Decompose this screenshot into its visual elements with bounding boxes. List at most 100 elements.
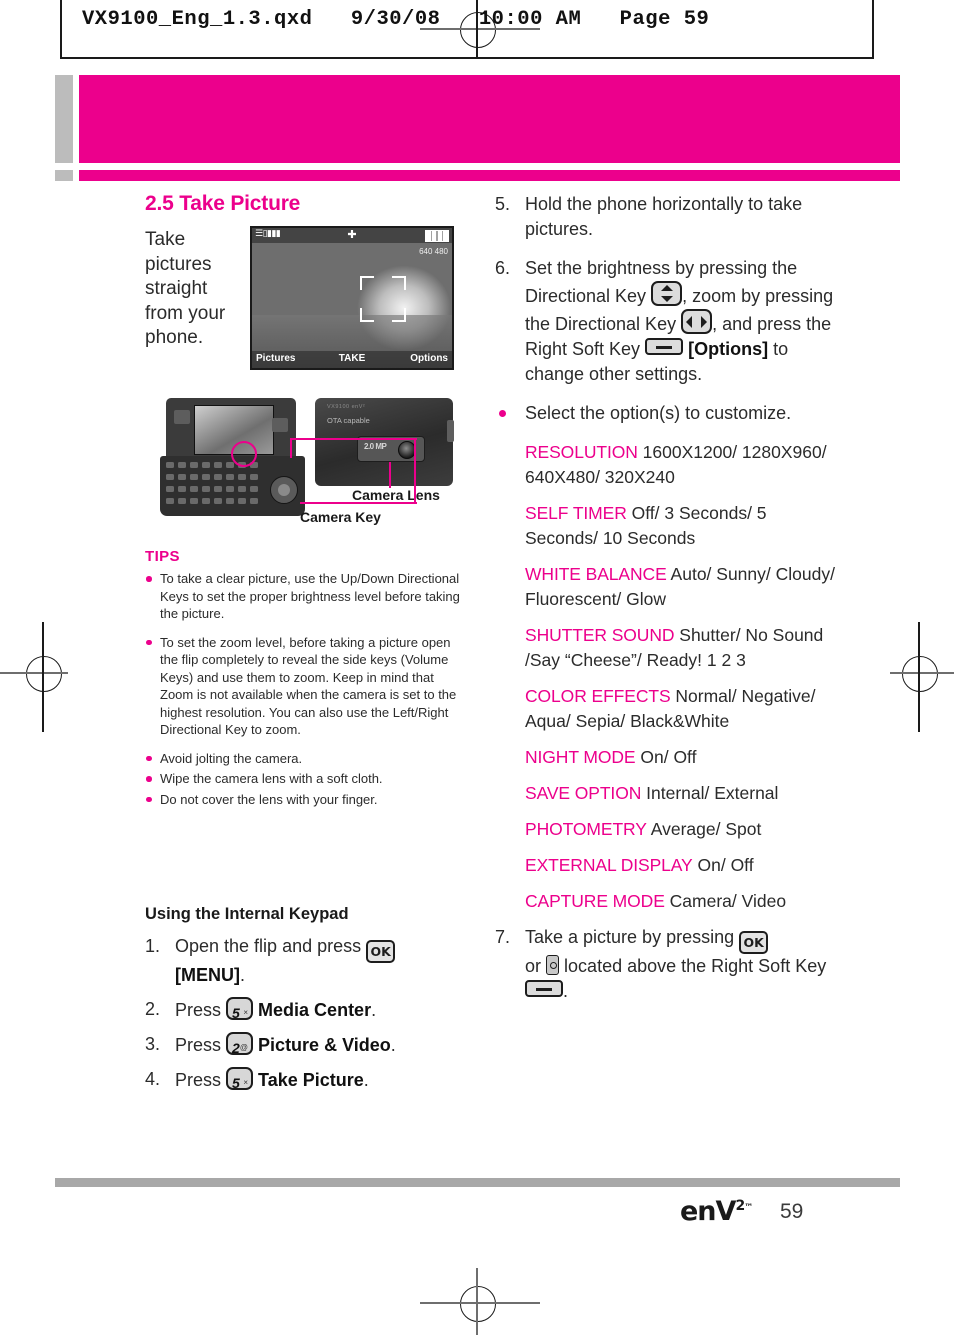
crosshair-icon: ✚ [347, 229, 357, 241]
option-row-capture-mode: CAPTURE MODE Camera/ Video [525, 889, 840, 914]
phone-back-photo: VX9100 enV² OTA capable 2.0 MP [315, 398, 454, 486]
step-bold-label: Take Picture [258, 1070, 364, 1090]
option-label: RESOLUTION [525, 442, 638, 462]
step-number: 2. [145, 999, 161, 1019]
page-number: 59 [780, 1200, 804, 1223]
camera-side-key-icon [546, 955, 560, 975]
internal-keypad-heading: Using the Internal Keypad [145, 905, 349, 923]
step-number: 3. [145, 1034, 161, 1054]
camera-viewfinder-screenshot: ☰▯▮▮▮ ✚ 640 480 Pictures TAKE Options [250, 226, 454, 370]
logo-text: enV [680, 1196, 736, 1227]
step-item-6: 6. Set the brightness by pressing the Di… [495, 256, 840, 387]
step-text: Open the flip and press [175, 936, 362, 956]
step-text: Press [175, 1035, 222, 1055]
registration-mark-bottom [460, 1286, 496, 1322]
key-digit: 5 [232, 1005, 240, 1021]
step-item-4: 4. Press 5 × Take Picture. [145, 1067, 465, 1093]
tips-heading: TIPS [145, 548, 180, 565]
intro-block: Take pictures straight from your phone. … [145, 226, 465, 386]
ok-key-icon: OK [366, 940, 396, 963]
step-text: Hold the phone horizontally to take pict… [525, 194, 803, 239]
option-row-save-option: SAVE OPTION Internal/ External [525, 781, 840, 806]
option-values: On/ Off [697, 855, 754, 875]
battery-icon [425, 230, 449, 242]
numeric-key-5-icon: 5 × [226, 1067, 254, 1091]
step-period: . [390, 1035, 396, 1055]
step-bold-label: Media Center [258, 1000, 372, 1020]
step-text: Press [175, 1070, 222, 1090]
key-leader-line-b [300, 502, 417, 505]
step-item-2: 2. Press 5 × Media Center. [145, 997, 465, 1023]
logo-superscript: 2 [735, 1198, 745, 1214]
option-label: EXTERNAL DISPLAY [525, 855, 693, 875]
step-number: 5. [495, 194, 511, 214]
tip-item: Wipe the camera lens with a soft cloth. [145, 770, 465, 788]
tips-block: TIPS To take a clear picture, use the Up… [145, 548, 465, 811]
tip-item: To take a clear picture, use the Up/Down… [145, 570, 465, 623]
lens-leader-line [389, 462, 392, 488]
registration-line-left-h [0, 672, 68, 674]
masthead-gray-tab [55, 75, 73, 163]
key-superscript: × [243, 1008, 249, 1017]
option-values: Average/ Spot [650, 819, 762, 839]
subbar-gray-tab [55, 170, 73, 181]
option-label: CAPTURE MODE [525, 891, 665, 911]
right-steps-list: 5. Hold the phone horizontally to take p… [495, 192, 840, 426]
step-item-3: 3. Press 2 @ Picture & Video. [145, 1032, 465, 1058]
header-rule-right [872, 0, 874, 58]
phone-directional-pad [270, 476, 298, 504]
step-number: 6. [495, 258, 511, 278]
option-row-resolution: RESOLUTION 1600X1200/ 1280X960/ 640X480/… [525, 440, 840, 490]
right-soft-key-icon [525, 980, 563, 997]
right-soft-key-icon [645, 338, 684, 355]
right-column: 5. Hold the phone horizontally to take p… [495, 192, 840, 1018]
option-label: NIGHT MODE [525, 747, 636, 767]
numeric-key-2-icon: 2 @ [226, 1032, 254, 1056]
subbar-magenta-rule [79, 170, 900, 181]
option-row-shutter-sound: SHUTTER SOUND Shutter/ No Sound /Say “Ch… [525, 623, 840, 673]
trademark-symbol: ™ [744, 1203, 753, 1213]
step-number: 4. [145, 1069, 161, 1089]
option-row-white-balance: WHITE BALANCE Auto/ Sunny/ Cloudy/ Fluor… [525, 562, 840, 612]
step-number: 1. [145, 936, 161, 956]
focus-bracket-icon [360, 276, 406, 322]
tips-list: To take a clear picture, use the Up/Down… [145, 570, 465, 808]
phone-left-side-button [174, 410, 190, 424]
step-text-part2: or [525, 956, 542, 976]
softkey-label-take: TAKE [338, 353, 366, 364]
registration-line-right-h [890, 672, 954, 674]
key-leader-line-h [290, 438, 417, 441]
phone-back-ota-label: OTA capable [327, 416, 370, 425]
phone-back-brand-text: VX9100 enV² [327, 404, 366, 410]
step-item-7: 7. Take a picture by pressing OK or loca… [495, 925, 840, 1004]
option-row-photometry: PHOTOMETRY Average/ Spot [525, 817, 840, 842]
step-bold-label: Picture & Video [258, 1035, 391, 1055]
registration-line-left-v [42, 622, 44, 732]
masthead-magenta-band [79, 75, 900, 163]
header-rule-left [60, 0, 62, 58]
customize-text: Select the option(s) to customize. [525, 403, 792, 423]
internal-keypad-block: Using the Internal Keypad 1. Open the fl… [145, 905, 465, 1102]
phone-qwerty-keyboard [160, 456, 305, 516]
step-period: . [371, 1000, 377, 1020]
viewfinder-softkey-bar: Pictures TAKE Options [252, 351, 452, 368]
phone-status-bar: ☰▯▮▮▮ ✚ [252, 228, 452, 243]
option-row-night-mode: NIGHT MODE On/ Off [525, 745, 840, 770]
option-label: SAVE OPTION [525, 783, 642, 803]
footer-rule [55, 1178, 900, 1187]
numeric-key-5-icon: 5 × [226, 997, 254, 1021]
phone-right-side-button [272, 418, 288, 432]
option-row-external-display: EXTERNAL DISPLAY On/ Off [525, 853, 840, 878]
step-period: . [563, 981, 569, 1001]
options-bold-label: [Options] [688, 339, 769, 359]
header-rule-bottom [60, 57, 874, 59]
print-header-text: VX9100_Eng_1.3.qxd 9/30/08 10:00 AM Page… [82, 8, 710, 31]
phone-side-nub [447, 420, 454, 442]
key-leader-line-r [414, 438, 417, 504]
option-row-self-timer: SELF TIMER Off/ 3 Seconds/ 5 Seconds/ 10… [525, 501, 840, 551]
directional-key-up-down-icon [651, 281, 683, 306]
keypad-steps-list: 1. Open the flip and press OK [MENU]. 2.… [145, 934, 465, 1093]
key-leader-line-v [290, 438, 293, 458]
option-label: SELF TIMER [525, 503, 627, 523]
registration-line-right-v [918, 622, 920, 732]
